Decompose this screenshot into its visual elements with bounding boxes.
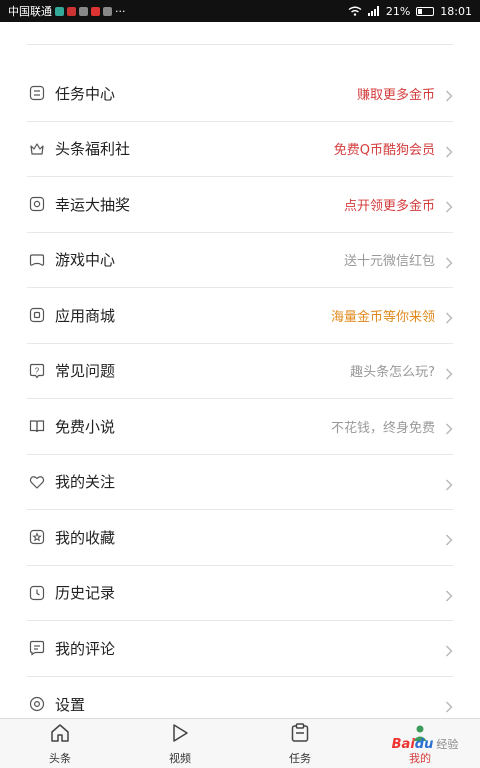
menu-item-label: 我的收藏	[55, 528, 116, 547]
menu-item-hint: 海量金币等你来领	[330, 309, 435, 325]
menu-item-10[interactable]: 历史记录	[27, 566, 453, 621]
chevron-right-icon	[445, 198, 453, 213]
comment-icon	[29, 640, 45, 656]
menu-item-5[interactable]: 应用商城 海量金币等你来领	[27, 288, 453, 344]
profile-menu-page: 任务中心 赚取更多金币头条福利社 免费Q币酷狗会员幸运大抽奖 点开领更多金币游戏中心 送…	[0, 22, 480, 718]
menu-item-label: 我的评论	[55, 639, 116, 658]
menu-item-1[interactable]: 任务中心 赚取更多金币	[27, 66, 453, 122]
chevron-right-icon	[445, 531, 453, 546]
menu-item-hint: 不花钱，终身免费	[330, 420, 435, 436]
menu-item-7[interactable]: 免费小说 不花钱，终身免费	[27, 399, 453, 455]
wifi-icon	[348, 6, 362, 16]
chevron-right-icon	[445, 143, 453, 158]
video-play-icon	[169, 722, 191, 748]
carrier-label: 中国联通	[8, 5, 52, 18]
menu-item-hint: 免费Q币酷狗会员	[333, 143, 435, 159]
menu-item-8[interactable]: 我的关注	[27, 455, 453, 510]
gamepad-icon	[29, 252, 45, 268]
watermark-text-a: Bai	[391, 736, 415, 752]
tab-label: 任务	[289, 751, 311, 765]
chevron-right-icon	[445, 365, 453, 380]
notification-app-icon	[55, 6, 64, 16]
menu-item-label: 设置	[55, 695, 86, 714]
chevron-right-icon	[445, 87, 453, 102]
settings-icon	[29, 696, 45, 712]
chevron-right-icon	[445, 642, 453, 657]
signal-icon	[367, 6, 379, 16]
status-left: 中国联通 ···	[8, 3, 126, 19]
tab-3[interactable]: 任务	[240, 719, 360, 768]
chevron-right-icon	[445, 587, 453, 602]
crown-icon	[29, 141, 45, 157]
more-notifications-label: ···	[115, 4, 126, 18]
star-icon	[29, 529, 45, 545]
menu-item-4[interactable]: 游戏中心 送十元微信红包	[27, 233, 453, 288]
svg-text:?: ?	[35, 366, 40, 375]
history-clock-icon	[29, 585, 45, 601]
task-list-icon	[29, 85, 45, 101]
notification-app-icon	[67, 6, 76, 16]
notification-app-icon	[79, 6, 88, 16]
menu-item-6[interactable]: ? 常见问题 趣头条怎么玩?	[27, 344, 453, 399]
menu-item-hint: 点开领更多金币	[343, 198, 435, 214]
battery-icon	[416, 6, 435, 16]
status-bar: 中国联通 ··· 21% 18:01	[0, 0, 480, 22]
menu-item-9[interactable]: 我的收藏	[27, 510, 453, 566]
chevron-right-icon	[445, 254, 453, 269]
tab-1[interactable]: 头条	[0, 719, 120, 768]
tab-label: 视频	[169, 751, 191, 765]
home-icon	[49, 722, 71, 748]
chevron-right-icon	[445, 420, 453, 435]
question-icon: ?	[29, 363, 45, 379]
menu-item-12[interactable]: 设置	[27, 677, 453, 719]
watermark-logo: Bai du 经验	[380, 724, 470, 764]
status-right: 21% 18:01	[348, 5, 472, 18]
notification-app-icon	[91, 6, 100, 16]
chevron-right-icon	[445, 476, 453, 491]
menu-item-hint: 送十元微信红包	[343, 254, 435, 270]
partial-menu-row	[27, 22, 453, 45]
battery-percent: 21%	[385, 4, 411, 18]
menu-item-label: 头条福利社	[55, 140, 131, 159]
menu-item-2[interactable]: 头条福利社 免费Q币酷狗会员	[27, 122, 453, 177]
clock: 18:01	[440, 4, 472, 18]
heart-icon	[29, 474, 45, 490]
watermark-text-c: 经验	[436, 738, 459, 751]
menu-item-label: 游戏中心	[55, 251, 116, 270]
task-clipboard-icon	[289, 722, 311, 748]
menu-item-label: 任务中心	[55, 84, 116, 103]
menu-item-3[interactable]: 幸运大抽奖 点开领更多金币	[27, 177, 453, 233]
tab-label: 头条	[49, 751, 71, 765]
menu-list: 任务中心 赚取更多金币头条福利社 免费Q币酷狗会员幸运大抽奖 点开领更多金币游戏中心 送…	[0, 66, 480, 718]
menu-item-label: 应用商城	[55, 306, 116, 325]
chevron-right-icon	[445, 309, 453, 324]
book-icon	[29, 418, 45, 434]
notification-app-icon	[103, 6, 112, 16]
watermark-text-b: du	[414, 736, 434, 752]
menu-item-label: 幸运大抽奖	[55, 195, 131, 214]
menu-item-label: 历史记录	[55, 584, 116, 603]
chevron-right-icon	[445, 698, 453, 713]
menu-item-hint: 趣头条怎么玩?	[350, 365, 435, 381]
menu-item-hint: 赚取更多金币	[356, 87, 435, 103]
menu-item-label: 免费小说	[55, 417, 116, 436]
menu-item-label: 常见问题	[55, 362, 116, 381]
lottery-icon	[29, 196, 45, 212]
menu-item-11[interactable]: 我的评论	[27, 621, 453, 677]
menu-item-label: 我的关注	[55, 473, 116, 492]
tab-2[interactable]: 视频	[120, 719, 240, 768]
app-store-icon	[29, 307, 45, 323]
